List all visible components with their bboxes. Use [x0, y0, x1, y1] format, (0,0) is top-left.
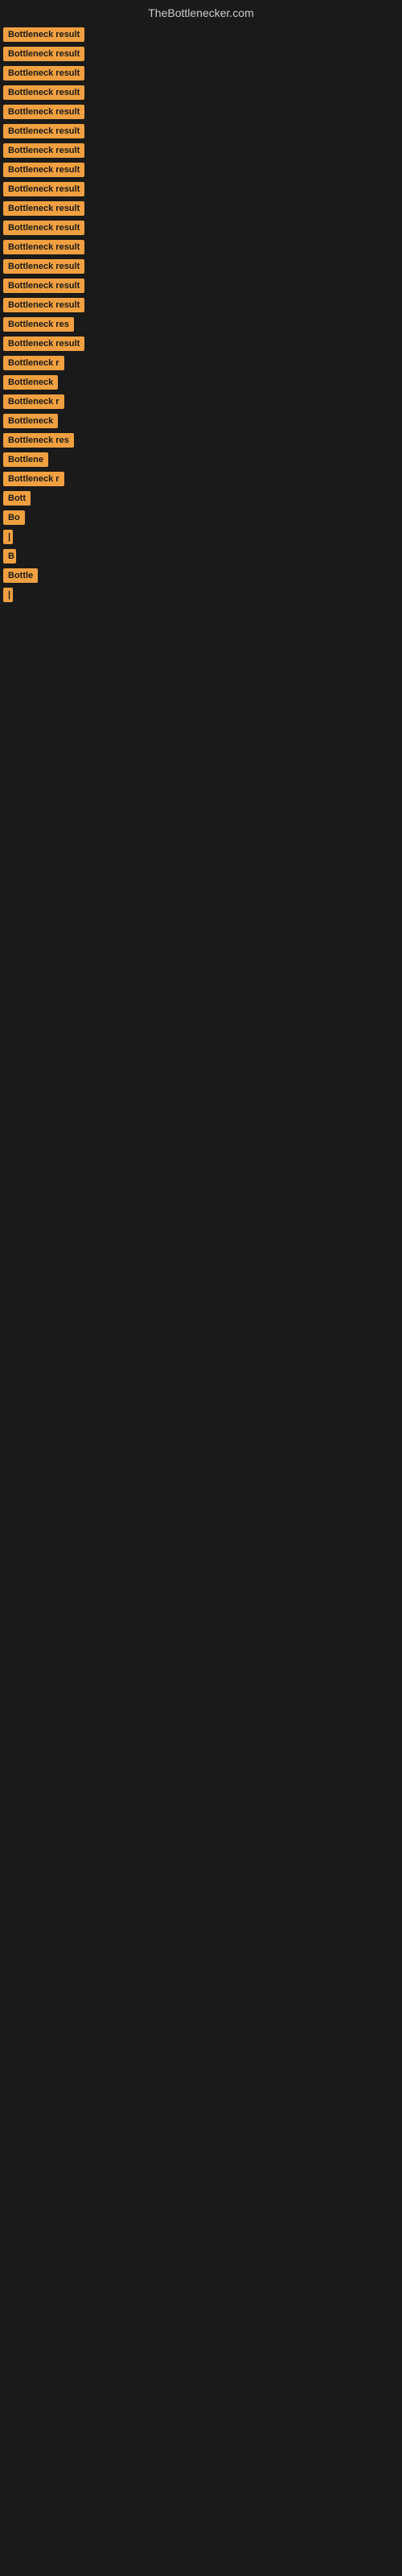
bottleneck-result-badge: Bottleneck r [3, 394, 64, 409]
list-item[interactable]: Bottleneck result [3, 47, 399, 61]
bottleneck-result-badge: Bottleneck result [3, 47, 84, 61]
list-item[interactable]: Bottleneck result [3, 182, 399, 196]
bottleneck-result-badge: Bottleneck result [3, 143, 84, 158]
bottleneck-result-badge: Bottleneck result [3, 124, 84, 138]
list-item[interactable]: Bottleneck result [3, 259, 399, 274]
list-item[interactable]: Bottleneck result [3, 201, 399, 216]
bottleneck-result-badge: Bottleneck result [3, 279, 84, 293]
list-item[interactable]: Bottleneck [3, 375, 399, 390]
bottleneck-result-badge: Bottlene [3, 452, 48, 467]
bottleneck-result-badge: Bo [3, 510, 25, 525]
list-item[interactable]: B [3, 549, 399, 564]
bottleneck-result-badge: Bottleneck result [3, 240, 84, 254]
list-item[interactable]: Bottleneck result [3, 240, 399, 254]
bottleneck-result-badge: Bottleneck result [3, 85, 84, 100]
list-item[interactable]: Bottleneck r [3, 472, 399, 486]
bottleneck-result-badge: Bottleneck [3, 414, 58, 428]
bottleneck-result-badge: B [3, 549, 16, 564]
bottleneck-result-badge: Bottleneck res [3, 317, 74, 332]
list-item[interactable]: Bott [3, 491, 399, 506]
bottleneck-result-badge: Bottleneck result [3, 336, 84, 351]
list-item[interactable]: Bottleneck result [3, 27, 399, 42]
bottleneck-result-badge: Bottleneck result [3, 259, 84, 274]
list-item[interactable]: Bottleneck result [3, 221, 399, 235]
list-item[interactable]: Bottleneck res [3, 317, 399, 332]
bottleneck-result-badge: | [3, 588, 13, 602]
list-item[interactable]: Bottleneck result [3, 143, 399, 158]
list-item[interactable]: Bottleneck res [3, 433, 399, 448]
bottleneck-result-badge: Bottleneck result [3, 182, 84, 196]
bottleneck-result-badge: | [3, 530, 13, 544]
bottleneck-result-badge: Bottleneck result [3, 66, 84, 80]
list-item[interactable]: Bottleneck result [3, 298, 399, 312]
list-item[interactable]: Bottle [3, 568, 399, 583]
bottleneck-result-badge: Bottleneck result [3, 221, 84, 235]
bottleneck-result-badge: Bottleneck [3, 375, 58, 390]
bottleneck-result-badge: Bottleneck result [3, 201, 84, 216]
list-item[interactable]: Bottleneck result [3, 279, 399, 293]
bottleneck-result-badge: Bottleneck result [3, 105, 84, 119]
list-item[interactable]: Bottleneck [3, 414, 399, 428]
list-item[interactable]: | [3, 530, 399, 544]
bottleneck-result-badge: Bottle [3, 568, 38, 583]
site-title: TheBottlenecker.com [0, 0, 402, 23]
list-item[interactable]: Bottleneck result [3, 124, 399, 138]
bottleneck-result-badge: Bottleneck result [3, 163, 84, 177]
list-item[interactable]: Bottleneck result [3, 85, 399, 100]
bottleneck-result-badge: Bottleneck r [3, 472, 64, 486]
list-item[interactable]: Bottlene [3, 452, 399, 467]
bottleneck-result-badge: Bottleneck result [3, 298, 84, 312]
list-item[interactable]: Bottleneck result [3, 336, 399, 351]
list-item[interactable]: Bottleneck r [3, 356, 399, 370]
bottleneck-result-badge: Bott [3, 491, 31, 506]
list-item[interactable]: | [3, 588, 399, 602]
bottleneck-result-badge: Bottleneck res [3, 433, 74, 448]
list-item[interactable]: Bottleneck r [3, 394, 399, 409]
bottleneck-result-badge: Bottleneck result [3, 27, 84, 42]
bottleneck-result-badge: Bottleneck r [3, 356, 64, 370]
list-item[interactable]: Bo [3, 510, 399, 525]
list-item[interactable]: Bottleneck result [3, 163, 399, 177]
list-item[interactable]: Bottleneck result [3, 105, 399, 119]
list-item[interactable]: Bottleneck result [3, 66, 399, 80]
